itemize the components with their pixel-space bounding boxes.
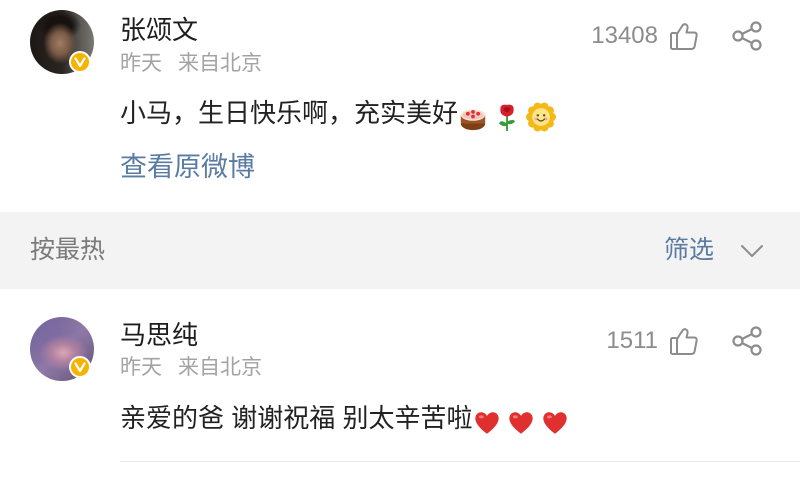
comment-time: 昨天 [120,356,162,379]
share-icon[interactable] [729,18,765,54]
chevron-down-icon [740,244,764,258]
share-button[interactable] [729,323,765,359]
divider [120,461,800,462]
comment-meta: 昨天 来自北京 [120,354,262,382]
sun-face-emoji [526,102,557,132]
verified-badge-icon [69,356,91,378]
post-emojis [458,98,560,132]
comment-emojis [472,403,574,437]
post-time: 昨天 [120,52,162,75]
thumbs-up-icon[interactable] [668,325,700,357]
author-name[interactable]: 张颂文 [120,14,198,46]
filter-button[interactable]: 筛选 [664,233,768,267]
filter-label: 筛选 [664,236,715,264]
post-text-body: 小马，生日快乐啊，充实美好 [120,98,459,128]
like-button[interactable]: 13408 [591,20,700,52]
red-heart-emoji [472,407,502,437]
post-source: 来自北京 [178,52,262,75]
red-heart-emoji [540,407,570,437]
thumbs-up-icon[interactable] [668,20,700,52]
comment-item: 马思纯 昨天 来自北京 1511 亲爱的爸 谢谢祝福 别太辛苦啦 [0,289,800,478]
author-name[interactable]: 马思纯 [120,319,198,351]
verified-badge-icon [69,51,91,73]
red-heart-emoji [506,407,536,437]
like-count: 1511 [606,327,658,354]
share-button[interactable] [729,18,765,54]
comment-text-body: 亲爱的爸 谢谢祝福 别太辛苦啦 [120,403,473,433]
sort-bar: 按最热 筛选 [0,212,800,289]
original-post: 张颂文 昨天 来自北京 13408 小马，生日快乐啊，充实美好 查看原微博 [0,0,800,212]
post-text: 小马，生日快乐啊，充实美好 [120,96,780,132]
sort-by-hot-button[interactable]: 按最热 [30,233,105,267]
like-count: 13408 [591,22,658,49]
cake-emoji [458,102,488,132]
post-meta: 昨天 来自北京 [120,50,262,78]
comment-source: 来自北京 [178,356,262,379]
like-button[interactable]: 1511 [606,325,700,357]
share-icon[interactable] [729,323,765,359]
rose-emoji [492,102,522,132]
view-original-link[interactable]: 查看原微博 [120,150,255,184]
comment-text: 亲爱的爸 谢谢祝福 别太辛苦啦 [120,401,780,437]
